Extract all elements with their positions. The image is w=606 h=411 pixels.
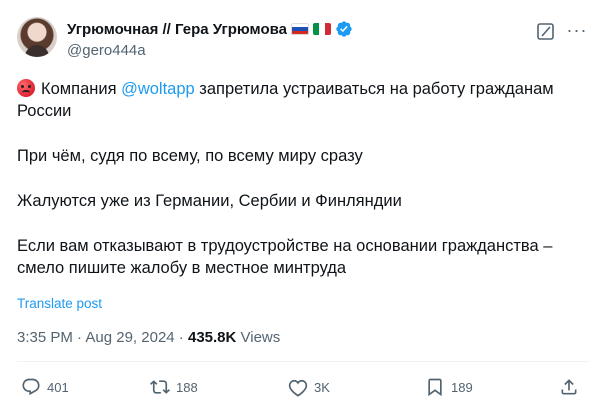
heart-icon — [288, 379, 308, 397]
italy-flag-icon — [312, 23, 331, 35]
repost-button[interactable]: 188 — [150, 375, 198, 399]
reply-button[interactable]: 401 — [21, 375, 69, 399]
angry-face-emoji-icon — [17, 79, 35, 97]
mention-link[interactable]: @woltapp — [121, 80, 195, 98]
post-date[interactable]: Aug 29, 2024 — [85, 329, 174, 346]
tweet-text: Компания @woltapp запретила устраиваться… — [17, 78, 589, 279]
bookmark-count: 189 — [451, 379, 473, 395]
translate-post-link[interactable]: Translate post — [17, 296, 102, 311]
meta-separator: · — [174, 329, 188, 346]
avatar[interactable] — [17, 17, 57, 57]
like-button[interactable]: 3K — [288, 375, 330, 399]
meta-separator: · — [72, 329, 86, 346]
views-label: Views — [236, 329, 281, 346]
tweet-meta: 3:35 PM · Aug 29, 2024 · 435.8K Views — [17, 329, 280, 346]
tweet: Угрюмочная // Гера Угрюмова @gero444a ··… — [0, 0, 606, 411]
display-name[interactable]: Угрюмочная // Гера Угрюмова — [67, 21, 287, 38]
like-count: 3K — [314, 379, 330, 395]
tweet-paragraph-3: Жалуются уже из Германии, Сербии и Финля… — [17, 192, 402, 210]
tweet-paragraph-4: Если вам отказывают в трудоустройстве на… — [17, 237, 553, 277]
share-button[interactable] — [559, 375, 579, 399]
action-bar: 401 188 3K 189 — [17, 375, 589, 399]
views-count: 435.8K — [187, 329, 237, 346]
post-time[interactable]: 3:35 PM — [17, 329, 73, 346]
repost-icon — [150, 380, 170, 394]
divider — [17, 361, 589, 362]
reply-icon — [22, 378, 40, 396]
text-segment: Компания — [41, 80, 122, 98]
grok-icon[interactable] — [536, 22, 556, 42]
reply-count: 401 — [47, 379, 69, 395]
user-handle[interactable]: @gero444a — [67, 42, 353, 59]
tweet-paragraph-2: При чём, судя по всему, по всему миру ср… — [17, 147, 363, 165]
name-row: Угрюмочная // Гера Угрюмова — [67, 20, 353, 38]
tweet-paragraph-1: Компания @woltapp запретила устраиваться… — [17, 78, 589, 122]
more-options-icon[interactable]: ··· — [565, 20, 589, 44]
bookmark-button[interactable]: 189 — [425, 375, 473, 399]
share-icon — [561, 379, 577, 395]
verified-badge-icon[interactable] — [335, 20, 353, 38]
repost-count: 188 — [176, 379, 198, 395]
tweet-header: Угрюмочная // Гера Угрюмова @gero444a — [67, 20, 353, 60]
russia-flag-icon — [290, 23, 309, 35]
bookmark-icon — [428, 378, 442, 397]
